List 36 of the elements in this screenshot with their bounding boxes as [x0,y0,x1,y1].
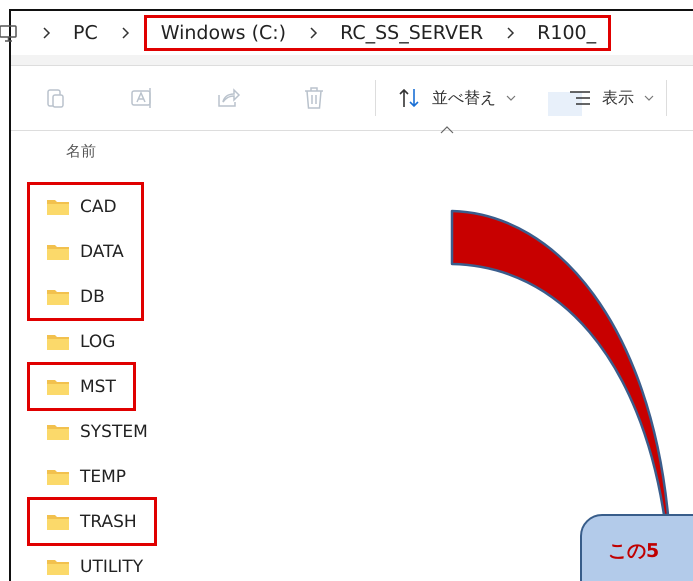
chevron-icon [505,26,516,40]
callout-text: この5 [608,540,660,562]
breadcrumb-item[interactable]: Windows (C:) [160,22,286,44]
chevron-down-icon [506,94,516,102]
folder-name[interactable]: DB [80,286,105,306]
folder-name[interactable]: TRASH [80,512,137,532]
chevron-icon [308,26,318,40]
view-button[interactable]: 表示 [568,78,666,118]
computer-icon [0,23,19,43]
folder-name[interactable]: LOG [80,332,116,352]
folder-icon [46,332,70,350]
folder-icon [46,378,70,396]
selection-patch [548,92,582,116]
column-header[interactable]: 名前 [66,142,96,161]
sort-caret-icon [440,126,454,134]
folder-name[interactable]: MST [80,376,116,396]
sort-button[interactable]: 並べ替え [386,78,528,118]
folder-icon [46,198,70,216]
lines-icon [568,89,592,107]
folder-icon [46,288,70,306]
folder-name[interactable]: CAD [80,196,117,216]
folder-icon [46,242,70,260]
folder-name[interactable]: SYSTEM [80,422,148,442]
folder-icon [46,512,70,530]
folder-name[interactable]: UTILITY [80,556,144,576]
chevron-icon [41,26,51,40]
breadcrumb-item[interactable]: PC [73,22,98,44]
folder-icon [46,468,70,486]
folder-name[interactable]: DATA [80,242,124,262]
chevron-down-icon [644,94,654,102]
folder-icon [46,422,70,440]
chevron-icon [120,26,130,40]
folder-name[interactable]: TEMP [80,466,126,486]
folder-icon [46,558,70,576]
breadcrumb-item[interactable]: RC_SS_SERVER [340,22,484,44]
breadcrumb-item[interactable]: R100_ [537,22,596,44]
